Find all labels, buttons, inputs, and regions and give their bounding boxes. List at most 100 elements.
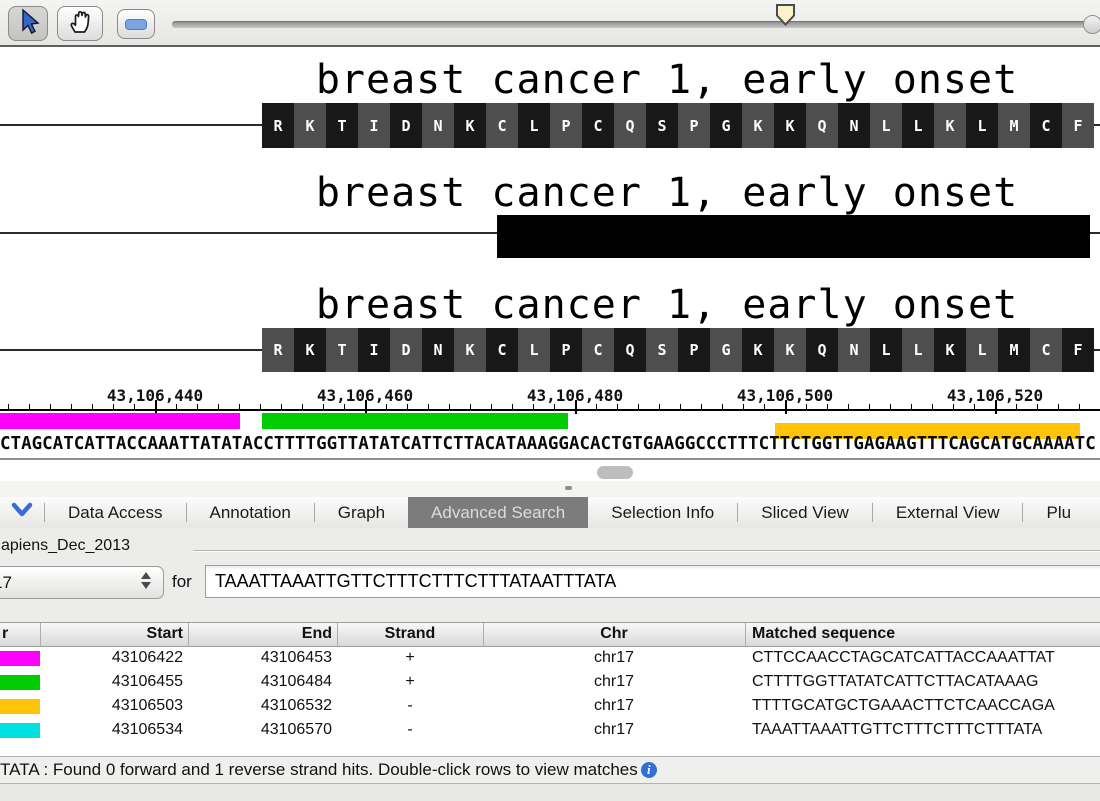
amino-acid-track[interactable]: RKTIDNKCLPCQSPGKKQNLLKLMCF bbox=[262, 328, 1094, 372]
amino-residue[interactable]: P bbox=[550, 328, 582, 372]
amino-residue[interactable]: C bbox=[1030, 103, 1062, 148]
amino-residue[interactable]: C bbox=[582, 328, 614, 372]
table-row[interactable]: 4310653443106570-chr17TAAATTAAATTGTTCTTT… bbox=[0, 719, 1100, 743]
amino-residue[interactable]: D bbox=[390, 103, 422, 148]
amino-residue[interactable]: R bbox=[262, 328, 294, 372]
search-query-input[interactable] bbox=[205, 565, 1100, 598]
amino-residue[interactable]: Q bbox=[614, 103, 646, 148]
amino-residue[interactable]: N bbox=[422, 328, 454, 372]
amino-residue[interactable]: S bbox=[646, 328, 678, 372]
amino-residue[interactable]: K bbox=[294, 328, 326, 372]
search-hit-bar bbox=[0, 413, 240, 429]
amino-residue[interactable]: G bbox=[710, 328, 742, 372]
table-row[interactable]: 4310642243106453+chr17CTTCCAACCTAGCATCAT… bbox=[0, 647, 1100, 671]
amino-residue[interactable]: K bbox=[742, 103, 774, 148]
amino-residue[interactable]: C bbox=[486, 103, 518, 148]
tab-selection-info[interactable]: Selection Info bbox=[588, 497, 737, 528]
ruler-minor-tick bbox=[218, 404, 219, 409]
amino-residue[interactable]: I bbox=[358, 103, 390, 148]
amino-residue[interactable]: L bbox=[902, 328, 934, 372]
ruler-minor-tick bbox=[134, 404, 135, 409]
column-header[interactable]: Matched sequence bbox=[752, 625, 1100, 643]
zoom-slider-track[interactable] bbox=[172, 21, 1100, 28]
amino-residue[interactable]: F bbox=[1062, 103, 1094, 148]
amino-residue[interactable]: C bbox=[486, 328, 518, 372]
amino-residue[interactable]: L bbox=[870, 328, 902, 372]
hit-color-swatch bbox=[0, 675, 40, 690]
amino-residue[interactable]: L bbox=[966, 103, 998, 148]
column-header[interactable]: Chr bbox=[483, 625, 745, 643]
amino-residue[interactable]: R bbox=[262, 103, 294, 148]
info-icon[interactable]: i bbox=[641, 762, 657, 778]
tab-annotation[interactable]: Annotation bbox=[187, 497, 314, 528]
ruler-minor-tick bbox=[8, 404, 9, 409]
zoom-slider-thumb[interactable] bbox=[774, 3, 797, 33]
amino-residue[interactable]: K bbox=[934, 328, 966, 372]
amino-residue[interactable]: N bbox=[838, 328, 870, 372]
amino-residue[interactable]: K bbox=[294, 103, 326, 148]
amino-residue[interactable]: S bbox=[646, 103, 678, 148]
table-row[interactable]: 4310645543106484+chr17CTTTTGGTTATATCATTC… bbox=[0, 671, 1100, 695]
amino-residue[interactable]: C bbox=[582, 103, 614, 148]
column-header[interactable]: Strand bbox=[337, 625, 483, 643]
track-line bbox=[1094, 124, 1100, 126]
zoom-out-button[interactable] bbox=[117, 9, 155, 39]
amino-residue[interactable]: I bbox=[358, 328, 390, 372]
ruler-minor-tick bbox=[281, 404, 282, 409]
column-header[interactable]: r bbox=[2, 625, 38, 643]
tab-plu[interactable]: Plu bbox=[1023, 497, 1094, 528]
cell-end: 43106570 bbox=[188, 721, 332, 739]
column-header[interactable]: End bbox=[188, 625, 332, 643]
amino-acid-track[interactable]: RKTIDNKCLPCQSPGKKQNLLKLMCF bbox=[262, 103, 1094, 148]
amino-residue[interactable]: Q bbox=[806, 103, 838, 148]
amino-residue[interactable]: Q bbox=[614, 328, 646, 372]
ruler-minor-tick bbox=[596, 404, 597, 409]
cursor-arrow-icon bbox=[16, 7, 40, 40]
amino-residue[interactable]: P bbox=[678, 103, 710, 148]
tab-advanced-search[interactable]: Advanced Search bbox=[408, 497, 588, 528]
chromosome-select[interactable]: 17 bbox=[0, 566, 164, 599]
tab-data-access[interactable]: Data Access bbox=[45, 497, 186, 528]
tab-sliced-view[interactable]: Sliced View bbox=[738, 497, 872, 528]
amino-residue[interactable]: P bbox=[678, 328, 710, 372]
gene-exon-block[interactable] bbox=[497, 215, 1090, 258]
ruler-minor-tick bbox=[806, 404, 807, 409]
results-table-header[interactable]: rStart End StrandChr Matched sequence bbox=[0, 622, 1100, 647]
amino-residue[interactable]: T bbox=[326, 328, 358, 372]
ruler-minor-tick bbox=[827, 404, 828, 409]
ruler-minor-tick bbox=[407, 404, 408, 409]
amino-residue[interactable]: L bbox=[518, 328, 550, 372]
amino-residue[interactable]: K bbox=[934, 103, 966, 148]
tab-graph[interactable]: Graph bbox=[315, 497, 408, 528]
tab-list-button[interactable] bbox=[0, 497, 44, 528]
amino-residue[interactable]: M bbox=[998, 328, 1030, 372]
select-tool-button[interactable] bbox=[8, 6, 48, 41]
amino-residue[interactable]: F bbox=[1062, 328, 1094, 372]
amino-residue[interactable]: N bbox=[838, 103, 870, 148]
amino-residue[interactable]: Q bbox=[806, 328, 838, 372]
table-row[interactable]: 4310650343106532-chr17TTTTGCATGCTGAAACTT… bbox=[0, 695, 1100, 719]
tab-external-view[interactable]: External View bbox=[873, 497, 1023, 528]
ruler-major-tick bbox=[575, 400, 577, 414]
column-header[interactable]: Start bbox=[40, 625, 183, 643]
amino-residue[interactable]: P bbox=[550, 103, 582, 148]
amino-residue[interactable]: L bbox=[518, 103, 550, 148]
amino-residue[interactable]: N bbox=[422, 103, 454, 148]
amino-residue[interactable]: K bbox=[774, 328, 806, 372]
amino-residue[interactable]: G bbox=[710, 103, 742, 148]
amino-residue[interactable]: K bbox=[742, 328, 774, 372]
amino-residue[interactable]: K bbox=[454, 103, 486, 148]
amino-residue[interactable]: K bbox=[454, 328, 486, 372]
amino-residue[interactable]: L bbox=[966, 328, 998, 372]
pan-tool-button[interactable] bbox=[57, 6, 103, 41]
dna-sequence[interactable]: CTAGCATCATTACCAAATTATATACCTTTTGGTTATATCA… bbox=[0, 431, 1100, 458]
amino-residue[interactable]: D bbox=[390, 328, 422, 372]
amino-residue[interactable]: C bbox=[1030, 328, 1062, 372]
splitter-handle[interactable] bbox=[597, 466, 633, 479]
amino-residue[interactable]: T bbox=[326, 103, 358, 148]
amino-residue[interactable]: L bbox=[870, 103, 902, 148]
amino-residue[interactable]: M bbox=[998, 103, 1030, 148]
hit-color-swatch bbox=[0, 723, 40, 738]
amino-residue[interactable]: K bbox=[774, 103, 806, 148]
amino-residue[interactable]: L bbox=[902, 103, 934, 148]
